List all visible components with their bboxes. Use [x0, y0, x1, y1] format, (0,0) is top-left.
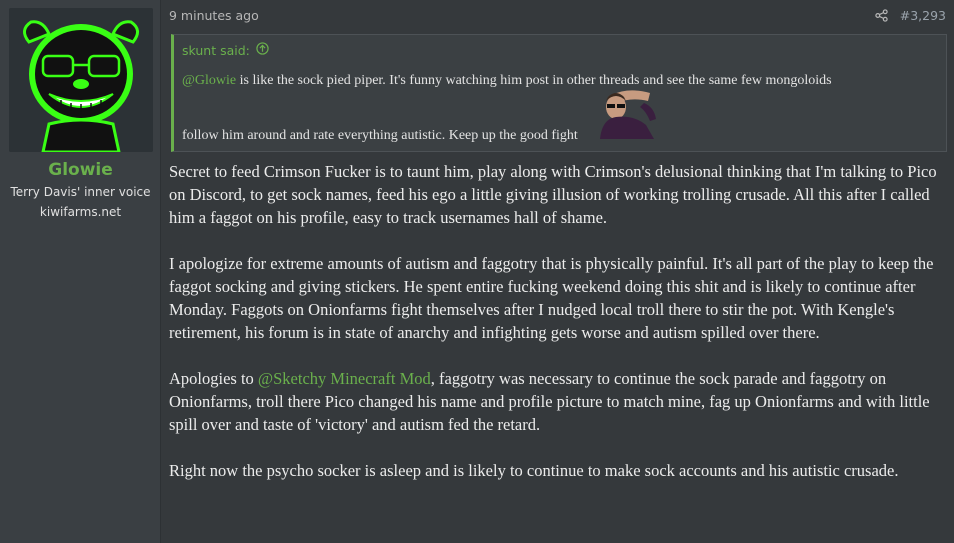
post-number-link[interactable]: #3,293	[900, 8, 946, 23]
quote-author[interactable]: skunt said:	[182, 43, 250, 58]
post-paragraph-1: Secret to feed Crimson Fucker is to taun…	[169, 162, 937, 227]
post-meta: 9 minutes ago #3,293	[169, 6, 946, 26]
paragraph-text: Apologies to	[169, 369, 258, 388]
forum-post: Glowie Terry Davis' inner voice kiwifarm…	[0, 0, 954, 543]
man-with-sunglasses-saluting-image	[583, 85, 670, 144]
post-user-column: Glowie Terry Davis' inner voice kiwifarm…	[0, 0, 161, 543]
post-meta-actions: #3,293	[875, 8, 946, 23]
share-icon[interactable]	[875, 9, 888, 22]
quote-text-line-1: @Glowie is like the sock pied piper. It'…	[182, 73, 832, 89]
username[interactable]: Glowie	[0, 160, 161, 180]
quote-text: is like the sock pied piper. It's funny …	[236, 73, 832, 88]
user-domain: kiwifarms.net	[39, 205, 122, 219]
user-mention-link[interactable]: @Sketchy Minecraft Mod	[258, 369, 431, 388]
quote-block: skunt said: @Glowie is like the sock pie…	[171, 34, 947, 152]
quote-mention[interactable]: @Glowie	[182, 73, 236, 88]
quote-text-line-2: follow him around and rate everything au…	[182, 85, 670, 144]
post-paragraph-4: Right now the psycho socker is asleep an…	[169, 461, 899, 480]
green-neon-dog-avatar-icon	[9, 8, 153, 152]
post-paragraph-3: Apologies to @Sketchy Minecraft Mod, fag…	[169, 367, 947, 436]
avatar[interactable]	[9, 8, 153, 152]
quote-header: skunt said:	[182, 42, 269, 58]
post-body: Secret to feed Crimson Fucker is to taun…	[169, 160, 947, 505]
post-paragraph-2: I apologize for extreme amounts of autis…	[169, 254, 934, 342]
user-title: Terry Davis' inner voice	[10, 185, 151, 199]
post-timestamp[interactable]: 9 minutes ago	[169, 8, 259, 23]
quote-text-continued: follow him around and rate everything au…	[182, 128, 578, 143]
arrow-up-circle-icon[interactable]	[256, 42, 269, 58]
post-content: 9 minutes ago #3,293 skunt said: @Glowie…	[161, 0, 954, 543]
